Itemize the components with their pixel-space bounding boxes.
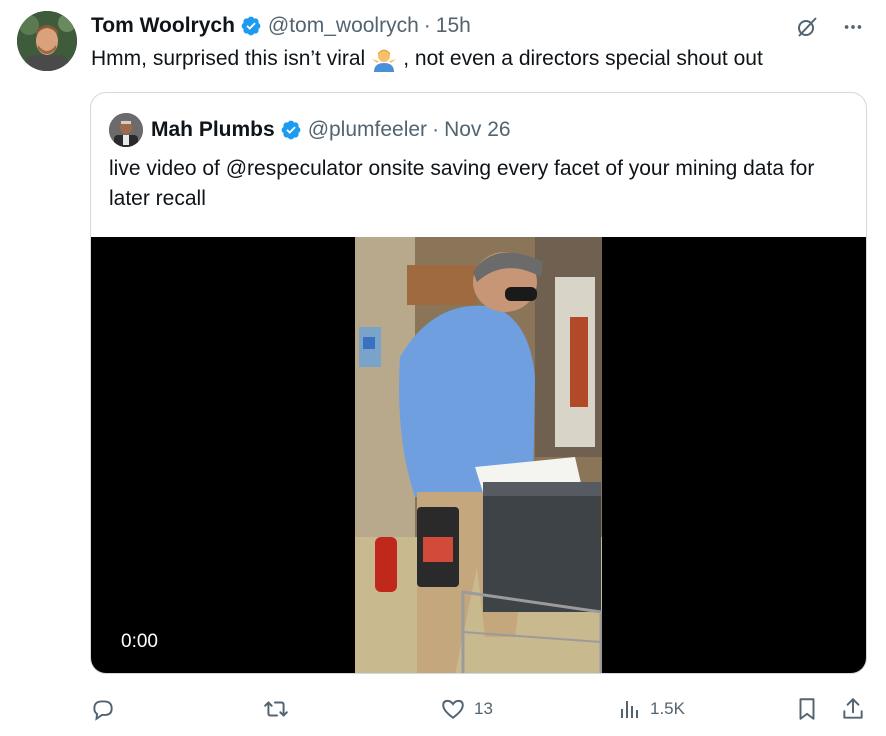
more-options-icon[interactable] [840,14,866,40]
tweet-text: Hmm, surprised this isn’t viral , not ev… [91,46,763,72]
tweet-text-after: , not even a directors special shout out [403,47,763,70]
bookmark-button[interactable] [794,693,820,725]
quoted-author-avatar[interactable] [109,113,143,147]
video-player[interactable]: 0:00 [91,237,866,673]
quoted-author-handle[interactable]: @plumfeeler [308,118,427,142]
video-frame-image [355,237,602,673]
heart-icon [440,696,466,722]
bookmark-icon [794,696,820,722]
retweet-icon [262,696,290,722]
tweet-timestamp[interactable]: 15h [436,14,471,38]
quoted-timestamp[interactable]: Nov 26 [444,118,511,142]
separator: · [423,14,431,37]
quoted-tweet-card[interactable]: Mah Plumbs @plumfeeler · Nov 26 live vid… [90,92,867,674]
tweet-text-before: Hmm, surprised this isn’t viral [91,47,366,70]
reply-button[interactable] [90,693,116,725]
views-bar-chart-icon [618,697,642,721]
author-handle[interactable]: @tom_woolrych [268,14,419,38]
quoted-tweet-header: Mah Plumbs @plumfeeler · Nov 26 [109,113,511,147]
author-name[interactable]: Tom Woolrych [91,14,235,38]
tweet-header: Tom Woolrych @tom_woolrych · 15h [91,12,471,40]
quoted-separator: · [432,118,440,141]
author-avatar[interactable] [17,11,77,71]
quoted-verified-badge-icon [280,119,302,141]
quoted-tweet-text: live video of @respeculator onsite savin… [109,157,815,210]
views-button[interactable]: 1.5K [618,693,685,725]
like-button[interactable]: 13 [440,693,493,725]
tweet-top-actions [794,14,866,40]
verified-badge-icon [240,15,262,37]
video-timestamp: 0:00 [121,631,158,652]
grok-icon[interactable] [794,14,820,40]
man-shrugging-emoji-icon [371,46,397,72]
reply-icon [90,696,116,722]
retweet-button[interactable] [262,693,290,725]
views-count: 1.5K [650,699,685,718]
share-icon [840,696,866,722]
tweet-action-bar: 13 1.5K [90,693,866,725]
quoted-author-name[interactable]: Mah Plumbs [151,118,275,142]
share-button[interactable] [840,693,866,725]
like-count: 13 [474,699,493,718]
